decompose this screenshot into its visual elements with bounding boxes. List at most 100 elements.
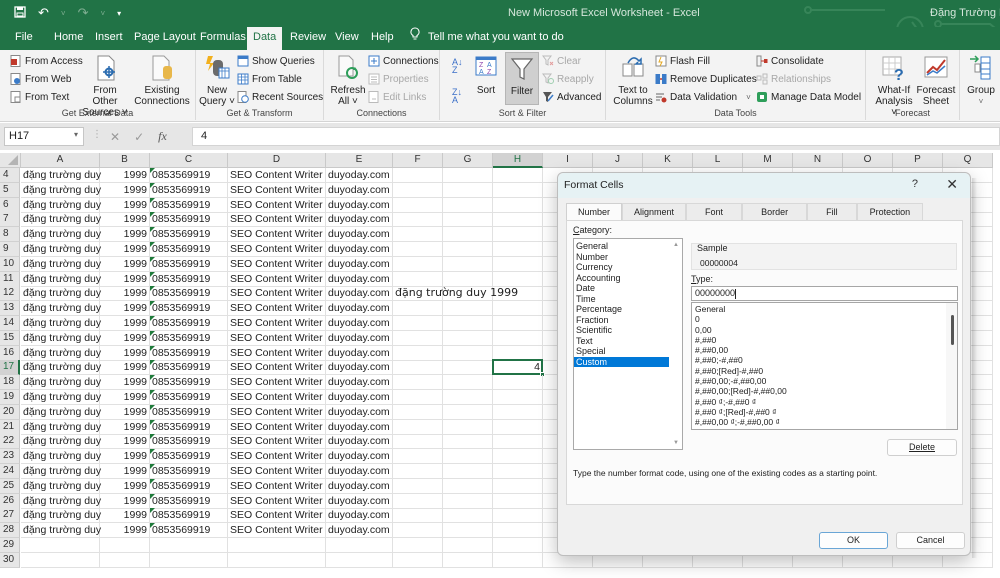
error-indicator-icon[interactable] bbox=[150, 316, 155, 321]
cell-a23[interactable]: đặng trường duy bbox=[21, 449, 101, 465]
column-header-k[interactable]: K bbox=[643, 153, 693, 168]
row-header-23[interactable]: 23 bbox=[0, 449, 20, 465]
column-header-g[interactable]: G bbox=[443, 153, 493, 168]
error-indicator-icon[interactable] bbox=[150, 404, 155, 410]
cell-d10[interactable]: SEO Content Writer bbox=[228, 256, 326, 272]
cell-f6[interactable] bbox=[393, 197, 443, 213]
cell-f15[interactable] bbox=[393, 330, 443, 346]
group-button[interactable]: Group ˅ bbox=[964, 54, 998, 107]
cell-b11[interactable]: 1999 bbox=[100, 271, 150, 287]
cell-g9[interactable] bbox=[443, 242, 493, 257]
cell-c11[interactable]: 0853569919 bbox=[150, 271, 228, 287]
cell-h5[interactable] bbox=[493, 182, 543, 198]
data-validation-dropdown-icon[interactable]: ˅ bbox=[746, 93, 751, 102]
cell-e28[interactable]: duyoday.com bbox=[326, 523, 393, 539]
row-header-7[interactable]: 7 bbox=[0, 212, 20, 228]
format-type-item[interactable]: #,##0 ₫;-#,##0 ₫ bbox=[692, 397, 957, 407]
cell-b22[interactable]: 1999 bbox=[100, 434, 150, 450]
cell-c15[interactable]: 0853569919 bbox=[150, 330, 228, 346]
cell-g14[interactable] bbox=[443, 316, 493, 331]
cell-e21[interactable]: duyoday.com bbox=[326, 419, 393, 435]
cell-d24[interactable]: SEO Content Writer bbox=[228, 464, 326, 479]
cell-h16[interactable] bbox=[493, 345, 543, 361]
refresh-all-button[interactable]: Refresh All ˅ bbox=[328, 54, 368, 107]
cell-c27[interactable]: 0853569919 bbox=[150, 508, 228, 524]
row-header-18[interactable]: 18 bbox=[0, 375, 20, 391]
cell-b14[interactable]: 1999 bbox=[100, 316, 150, 331]
tab-font[interactable]: Font bbox=[686, 203, 743, 221]
cell-e10[interactable]: duyoday.com bbox=[326, 256, 393, 272]
close-icon[interactable]: ✕ bbox=[946, 176, 958, 193]
cell-d5[interactable]: SEO Content Writer bbox=[228, 182, 326, 198]
from-access-button[interactable]: From Access bbox=[10, 55, 83, 67]
category-item[interactable]: Custom bbox=[574, 356, 669, 367]
cell-d11[interactable]: SEO Content Writer bbox=[228, 271, 326, 287]
select-all-corner[interactable] bbox=[0, 153, 21, 168]
category-item[interactable]: Time bbox=[574, 294, 669, 305]
error-indicator-icon[interactable] bbox=[150, 345, 155, 351]
formula-input[interactable]: 4 bbox=[192, 127, 1000, 146]
save-icon[interactable] bbox=[14, 5, 26, 21]
cell-a17[interactable]: đặng trường duy bbox=[21, 360, 101, 376]
cell-c4[interactable]: 0853569919 bbox=[150, 168, 228, 183]
show-queries-button[interactable]: Show Queries bbox=[237, 55, 315, 67]
column-header-a[interactable]: A bbox=[21, 153, 100, 168]
cell-b29[interactable] bbox=[100, 538, 150, 553]
cell-f8[interactable] bbox=[393, 227, 443, 243]
cell-c14[interactable]: 0853569919 bbox=[150, 316, 228, 331]
cell-a6[interactable]: đặng trường duy bbox=[21, 197, 101, 213]
cell-b8[interactable]: 1999 bbox=[100, 227, 150, 243]
column-header-j[interactable]: J bbox=[593, 153, 643, 168]
cell-a4[interactable]: đặng trường duy bbox=[21, 168, 101, 183]
cell-g23[interactable] bbox=[443, 449, 493, 465]
cell-f25[interactable] bbox=[393, 478, 443, 494]
sort-z-to-a-button[interactable]: Z↓ A bbox=[452, 88, 462, 105]
cell-e18[interactable]: duyoday.com bbox=[326, 375, 393, 391]
error-indicator-icon[interactable] bbox=[150, 493, 155, 499]
cell-h28[interactable] bbox=[493, 523, 543, 539]
format-type-item[interactable]: #,##0 ₫;[Red]-#,##0 ₫ bbox=[692, 407, 957, 417]
cell-h27[interactable] bbox=[493, 508, 543, 524]
format-type-item[interactable]: #,##0;[Red]-#,##0 bbox=[692, 366, 957, 376]
flash-fill-button[interactable]: Flash Fill bbox=[655, 55, 710, 67]
error-indicator-icon[interactable] bbox=[150, 242, 155, 247]
row-header-11[interactable]: 11 bbox=[0, 271, 20, 287]
cell-d17[interactable]: SEO Content Writer bbox=[228, 360, 326, 376]
category-item[interactable]: Fraction bbox=[574, 315, 669, 326]
cell-e20[interactable]: duyoday.com bbox=[326, 404, 393, 420]
cell-f21[interactable] bbox=[393, 419, 443, 435]
cell-a7[interactable]: đặng trường duy bbox=[21, 212, 101, 228]
cell-a26[interactable]: đặng trường duy bbox=[21, 493, 101, 509]
format-type-item[interactable]: #,##0,00 bbox=[692, 345, 957, 355]
ok-button[interactable]: OK bbox=[819, 532, 888, 549]
type-input[interactable]: 00000000 bbox=[691, 286, 958, 301]
cell-e26[interactable]: duyoday.com bbox=[326, 493, 393, 509]
column-header-p[interactable]: P bbox=[893, 153, 943, 168]
row-header-27[interactable]: 27 bbox=[0, 508, 20, 524]
cell-h23[interactable] bbox=[493, 449, 543, 465]
cell-f28[interactable] bbox=[393, 523, 443, 539]
help-icon[interactable]: ? bbox=[912, 178, 918, 190]
cell-d7[interactable]: SEO Content Writer bbox=[228, 212, 326, 228]
cell-g15[interactable] bbox=[443, 330, 493, 346]
cell-d27[interactable]: SEO Content Writer bbox=[228, 508, 326, 524]
cell-g26[interactable] bbox=[443, 493, 493, 509]
scroll-up-icon[interactable]: ▲ bbox=[673, 242, 679, 248]
cell-d8[interactable]: SEO Content Writer bbox=[228, 227, 326, 243]
column-header-f[interactable]: F bbox=[393, 153, 443, 168]
cell-d25[interactable]: SEO Content Writer bbox=[228, 478, 326, 494]
column-header-q[interactable]: Q bbox=[943, 153, 993, 168]
cell-b5[interactable]: 1999 bbox=[100, 182, 150, 198]
row-header-24[interactable]: 24 bbox=[0, 464, 20, 479]
cell-a14[interactable]: đặng trường duy bbox=[21, 316, 101, 331]
tab-view[interactable]: View bbox=[329, 27, 365, 50]
cell-b4[interactable]: 1999 bbox=[100, 168, 150, 183]
cell-f30[interactable] bbox=[393, 552, 443, 568]
cell-g16[interactable] bbox=[443, 345, 493, 361]
cell-e24[interactable]: duyoday.com bbox=[326, 464, 393, 479]
row-header-17[interactable]: 17 bbox=[0, 360, 20, 376]
cell-h18[interactable] bbox=[493, 375, 543, 391]
cell-c13[interactable]: 0853569919 bbox=[150, 301, 228, 317]
error-indicator-icon[interactable] bbox=[150, 271, 155, 277]
cell-f22[interactable] bbox=[393, 434, 443, 450]
